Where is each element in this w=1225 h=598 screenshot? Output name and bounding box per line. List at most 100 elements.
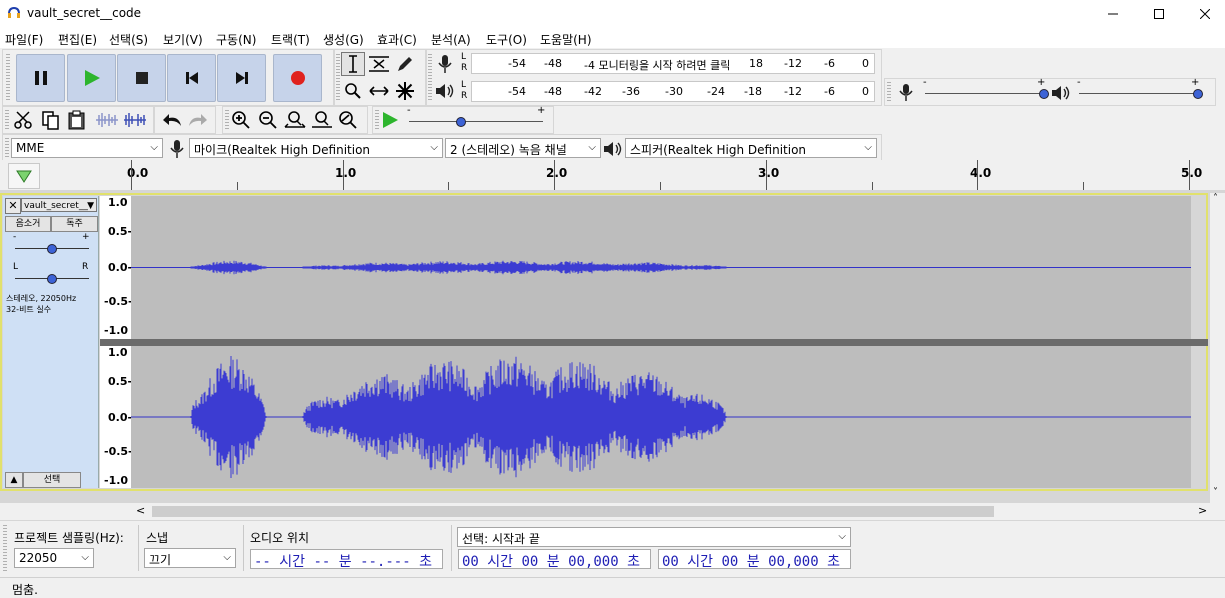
scroll-right-icon[interactable]: > [1198,504,1207,517]
silence-icon[interactable] [123,112,147,128]
selection-start-field[interactable]: 00 시간 00 분 00,000 초 [458,549,651,570]
redo-icon[interactable] [187,111,209,129]
selection-mode-select[interactable]: 선택: 시작과 끝 ⌵ [457,527,851,547]
record-meter-tick: -12 [784,57,802,70]
menu-file[interactable]: 파일(F) [5,31,43,48]
snap-value: 끄기 [149,553,172,567]
playback-meter-tick: -18 [744,85,762,98]
pan-thumb[interactable] [47,274,57,284]
minimize-button[interactable] [1090,0,1136,28]
solo-button[interactable]: 독주 [51,216,98,232]
zoom-out-icon[interactable] [258,110,280,130]
divider [243,525,244,571]
copy-icon[interactable] [41,110,61,130]
menu-generate[interactable]: 생성(G) [323,31,364,48]
scale-label: 0.0- [108,261,133,274]
magnifier-icon [345,83,361,99]
toolbar-grip[interactable] [428,54,432,100]
recording-channels-select[interactable]: 2 (스테레오) 녹음 채널 ⌵ [445,138,601,158]
playback-volume-thumb[interactable] [1193,89,1203,99]
vertical-scrollbar[interactable]: ˄ ˅ [1210,193,1225,503]
recording-device-select[interactable]: 마이크(Realtek High Definition ⌵ [189,138,443,158]
chevron-down-icon: ⌵ [430,142,438,153]
zoom-in-icon[interactable] [231,110,253,130]
zoom-toggle-icon[interactable] [338,110,360,130]
close-button[interactable] [1182,0,1225,28]
trim-icon[interactable] [95,112,119,128]
gain-thumb[interactable] [47,244,57,254]
horizontal-scrollbar[interactable]: < > [132,503,1210,520]
play-button[interactable] [67,54,116,102]
cut-icon[interactable] [13,110,33,130]
horizontal-scroll-thumb[interactable] [152,506,994,517]
speed-thumb[interactable] [455,117,466,127]
menu-help[interactable]: 도움말(H) [540,31,592,48]
toolbar-grip[interactable] [6,54,10,100]
snap-label: 스냅 [146,531,169,545]
skip-to-end-button[interactable] [217,54,266,102]
envelope-icon [369,56,389,72]
record-volume-slider[interactable] [925,93,1043,94]
toolbar-grip[interactable] [375,110,379,130]
right-channel-waveform[interactable] [131,346,1191,488]
selection-tool-button[interactable] [341,52,365,76]
menu-edit[interactable]: 편집(E) [58,31,97,48]
right-waveform-graphic [131,356,1191,478]
scale-label: -0.5- [104,295,133,308]
speaker-icon[interactable] [435,82,455,100]
playback-volume-slider[interactable] [1079,93,1197,94]
fit-project-icon[interactable] [311,110,333,130]
time-shift-tool-button[interactable] [367,79,391,103]
timeline-ruler[interactable]: 0.0 1.0 2.0 3.0 4.0 5.0 [0,160,1225,190]
record-meter[interactable]: -54 -48 -4 모니터링을 시작 하려면 클릭 18 -12 -6 0 [471,53,875,74]
snap-select[interactable]: 끄기 ⌵ [144,548,236,568]
toolbar-grip[interactable] [5,138,9,158]
ruler-label: 4.0 [970,166,992,180]
microphone-icon[interactable] [437,54,453,74]
project-rate-select[interactable]: 22050 ⌵ [14,548,94,568]
audio-host-select[interactable]: MME ⌵ [11,138,163,158]
undo-icon[interactable] [161,111,183,129]
paste-icon[interactable] [67,110,87,130]
zoom-tool-button[interactable] [341,79,365,103]
scroll-down-icon[interactable]: ˅ [1213,487,1218,498]
mute-button[interactable]: 음소거 [5,216,51,232]
menu-effect[interactable]: 효과(C) [377,31,417,48]
track-name-menu[interactable]: vault_secret__ ▼ [21,198,97,212]
menu-select[interactable]: 선택(S) [109,31,148,48]
menu-tracks[interactable]: 트랙(T) [271,31,310,48]
toolbar-grip[interactable] [887,82,891,102]
scroll-left-icon[interactable]: < [136,504,145,517]
collapse-track-button[interactable]: ▲ [5,472,23,488]
play-at-speed-icon[interactable] [381,111,399,129]
toolbar-grip[interactable] [3,525,7,571]
toolbar-grip[interactable] [336,54,340,100]
left-channel-waveform[interactable] [131,196,1191,339]
fit-selection-icon[interactable] [284,110,306,130]
skip-to-start-button[interactable] [167,54,216,102]
toolbar-grip[interactable] [5,110,9,130]
pause-button[interactable] [16,54,65,102]
playback-meter[interactable]: -54 -48 -42 -36 -30 -24 -18 -12 -6 0 [471,81,875,102]
speed-slider[interactable] [409,121,543,122]
multi-tool-button[interactable] [393,79,417,103]
selection-end-field[interactable]: 00 시간 00 분 00,000 초 [658,549,851,570]
track-select-button[interactable]: 선택 [23,472,81,488]
menu-transport[interactable]: 구동(N) [216,31,256,48]
track-close-button[interactable]: ✕ [5,198,21,214]
playback-device-select[interactable]: 스피커(Realtek High Definition ⌵ [625,138,877,158]
envelope-tool-button[interactable] [367,52,391,76]
maximize-button[interactable] [1136,0,1182,28]
audio-position-field[interactable]: -- 시간 -- 분 --.--- 초 [250,549,443,570]
record-volume-thumb[interactable] [1039,89,1049,99]
toolbar-grip[interactable] [225,110,229,130]
menu-tools[interactable]: 도구(O) [486,31,527,48]
menu-view[interactable]: 보기(V) [163,31,203,48]
stop-button[interactable] [117,54,166,102]
menu-analyze[interactable]: 분석(A) [431,31,471,48]
timeline-options-button[interactable] [8,163,40,189]
scroll-up-icon[interactable]: ˄ [1213,193,1218,204]
draw-tool-button[interactable] [393,52,417,76]
record-button[interactable] [273,54,322,102]
ruler-scale: 0.0 1.0 2.0 3.0 4.0 5.0 [127,160,1202,190]
